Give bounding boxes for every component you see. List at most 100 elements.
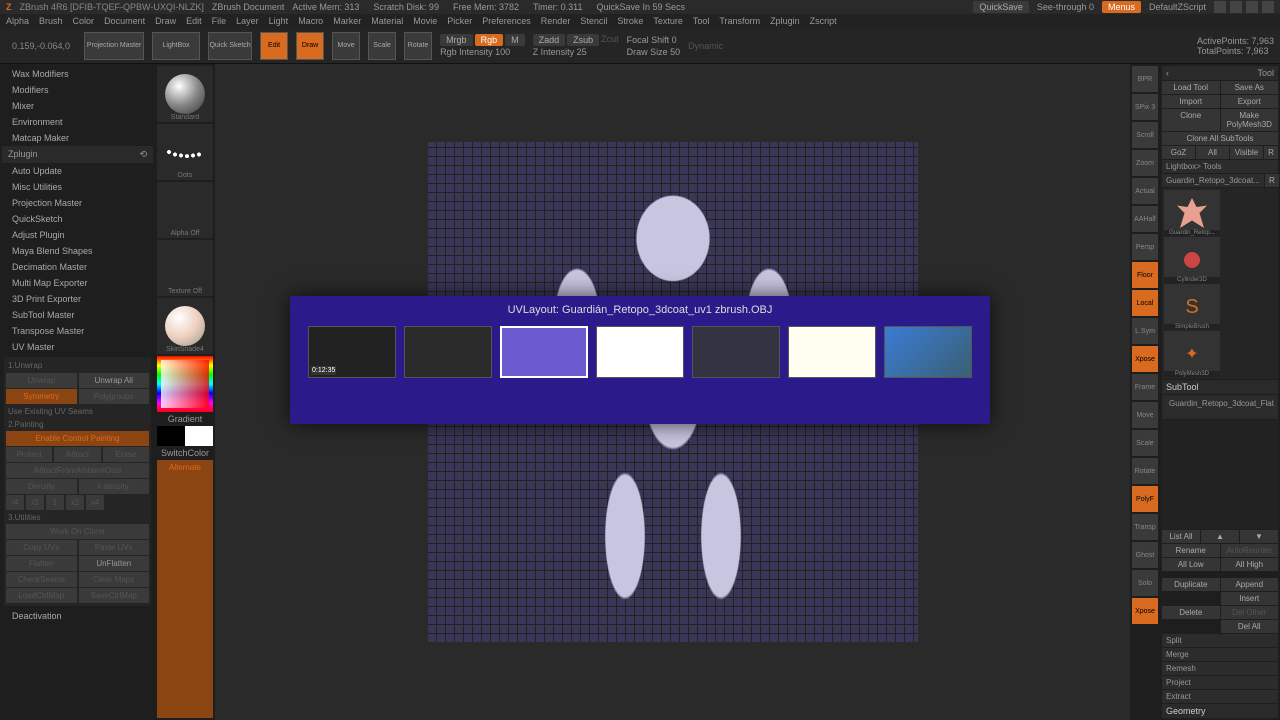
extract-section[interactable]: Extract	[1162, 690, 1278, 703]
rename-button[interactable]: Rename	[1162, 544, 1220, 557]
viewtool-actual[interactable]: Actual	[1132, 178, 1158, 204]
density-button[interactable]: Density	[6, 479, 77, 494]
plugin-quicksketch[interactable]: QuickSketch	[2, 211, 153, 227]
viewtool-scale[interactable]: Scale	[1132, 430, 1158, 456]
alllow-button[interactable]: All Low	[1162, 558, 1220, 571]
viewtool-frame[interactable]: Frame	[1132, 374, 1158, 400]
alt-thumb-1[interactable]: 0:12:35	[308, 326, 396, 378]
alternate-button[interactable]: Alternate	[157, 460, 213, 718]
viewtool-scroll[interactable]: Scroll	[1132, 122, 1158, 148]
menu-marker[interactable]: Marker	[333, 16, 361, 26]
goz-r-button[interactable]: R	[1264, 146, 1278, 159]
plugin-3d-print-exporter[interactable]: 3D Print Exporter	[2, 291, 153, 307]
clearmaps-button[interactable]: Clear Maps	[79, 572, 150, 587]
viewtool-transp[interactable]: Transp	[1132, 514, 1158, 540]
export-button[interactable]: Export	[1221, 95, 1279, 108]
brush-standard[interactable]: Standard	[157, 66, 213, 122]
arrow-up[interactable]: ▲	[1201, 530, 1239, 543]
listall-button[interactable]: List All	[1162, 530, 1200, 543]
menu-zscript[interactable]: Zscript	[810, 16, 837, 26]
split-section[interactable]: Split	[1162, 634, 1278, 647]
zplugin-header[interactable]: Zplugin⟲	[2, 146, 153, 163]
unwrap-button[interactable]: Unwrap	[6, 373, 77, 388]
quicksave-button[interactable]: QuickSave	[973, 1, 1029, 13]
plugin-adjust-plugin[interactable]: Adjust Plugin	[2, 227, 153, 243]
lightbox-button[interactable]: LightBox	[152, 32, 200, 60]
menu-light[interactable]: Light	[269, 16, 289, 26]
menu-texture[interactable]: Texture	[653, 16, 683, 26]
plugin-projection-master[interactable]: Projection Master	[2, 195, 153, 211]
alt-thumb-5[interactable]	[692, 326, 780, 378]
plugin-mixer[interactable]: Mixer	[2, 98, 153, 114]
viewtool-rotate[interactable]: Rotate	[1132, 458, 1158, 484]
arrow-down[interactable]: ▼	[1240, 530, 1278, 543]
viewtool-aahalf[interactable]: AAHalf	[1132, 206, 1158, 232]
menu-file[interactable]: File	[212, 16, 227, 26]
protect-button[interactable]: Protect	[6, 447, 52, 462]
append-button[interactable]: Append	[1221, 578, 1279, 591]
plugin-wax-modifiers[interactable]: Wax Modifiers	[2, 66, 153, 82]
loadmap-button[interactable]: LoadCtrlMap	[6, 588, 77, 603]
plugin-uv-master[interactable]: UV Master	[2, 339, 153, 355]
stroke-dots[interactable]: Dots	[157, 124, 213, 180]
move-button[interactable]: Move	[332, 32, 360, 60]
menu-stroke[interactable]: Stroke	[617, 16, 643, 26]
plugin-auto-update[interactable]: Auto Update	[2, 163, 153, 179]
tool-thumb-cylinder[interactable]: Cylinder3D	[1164, 237, 1220, 283]
menu-layer[interactable]: Layer	[236, 16, 259, 26]
menu-tool[interactable]: Tool	[693, 16, 710, 26]
menu-movie[interactable]: Movie	[413, 16, 437, 26]
menu-draw[interactable]: Draw	[155, 16, 176, 26]
unwrap-all-button[interactable]: Unwrap All	[79, 373, 150, 388]
viewtool-solo[interactable]: Solo	[1132, 570, 1158, 596]
plugin-decimation-master[interactable]: Decimation Master	[2, 259, 153, 275]
viewtool-bpr[interactable]: BPR	[1132, 66, 1158, 92]
projection-master-button[interactable]: Projection Master	[84, 32, 144, 60]
load-tool-button[interactable]: Load Tool	[1162, 81, 1220, 94]
viewtool-lsym[interactable]: L.Sym	[1132, 318, 1158, 344]
alt-tab-switcher[interactable]: UVLayout: Guardián_Retopo_3dcoat_uv1 zbr…	[290, 296, 990, 424]
rgb-intensity-slider[interactable]: Rgb Intensity 100	[440, 47, 525, 57]
filename-field[interactable]: Guardin_Retopo_3dcoat...	[1162, 174, 1264, 187]
unflatten-button[interactable]: UnFlatten	[79, 556, 150, 571]
viewtool-polyf[interactable]: PolyF	[1132, 486, 1158, 512]
focal-shift-slider[interactable]: Focal Shift 0	[627, 35, 681, 45]
lightbox-tools[interactable]: Lightbox> Tools	[1162, 160, 1278, 173]
tool-header[interactable]: ‹Tool	[1162, 66, 1278, 80]
make-polymesh-button[interactable]: Make PolyMesh3D	[1221, 109, 1279, 131]
delother-button[interactable]: Del Other	[1221, 606, 1279, 619]
quicksketch-button[interactable]: Quick Sketch	[208, 32, 252, 60]
delete-button[interactable]: Delete	[1162, 606, 1220, 619]
remesh-section[interactable]: Remesh	[1162, 662, 1278, 675]
menu-edit[interactable]: Edit	[186, 16, 202, 26]
viewtool-zoom[interactable]: Zoom	[1132, 150, 1158, 176]
m-button[interactable]: M	[505, 34, 525, 46]
plugin-subtool-master[interactable]: SubTool Master	[2, 307, 153, 323]
viewtool-ghost[interactable]: Ghost	[1132, 542, 1158, 568]
import-button[interactable]: Import	[1162, 95, 1220, 108]
menu-stencil[interactable]: Stencil	[580, 16, 607, 26]
tool-thumb-polymesh[interactable]: ✦PolyMesh3D	[1164, 331, 1220, 377]
checkseams-button[interactable]: CheckSeams	[6, 572, 77, 587]
flatten-button[interactable]: Flatten	[6, 556, 77, 571]
switchcolor-button[interactable]: SwitchColor	[157, 448, 213, 458]
attract-button[interactable]: Attract	[54, 447, 100, 462]
merge-section[interactable]: Merge	[1162, 648, 1278, 661]
alt-thumb-2[interactable]	[404, 326, 492, 378]
rotate-button[interactable]: Rotate	[404, 32, 432, 60]
plugin-matcap-maker[interactable]: Matcap Maker	[2, 130, 153, 146]
geometry-header[interactable]: Geometry	[1162, 704, 1278, 718]
plugin-environment[interactable]: Environment	[2, 114, 153, 130]
allhigh-button[interactable]: All High	[1221, 558, 1279, 571]
viewtool-xpose[interactable]: Xpose	[1132, 598, 1158, 624]
symmetry-button[interactable]: Symmetry	[6, 389, 77, 404]
menu-zplugin[interactable]: Zplugin	[770, 16, 800, 26]
scale-button[interactable]: Scale	[368, 32, 396, 60]
viewtool-persp[interactable]: Persp	[1132, 234, 1158, 260]
attract-ambient-button[interactable]: AttractFromAmbientOccl	[6, 463, 149, 478]
density-x[interactable]: x density.	[79, 479, 150, 494]
plugin-misc-utilities[interactable]: Misc Utilities	[2, 179, 153, 195]
menu-preferences[interactable]: Preferences	[482, 16, 531, 26]
plugin-modifiers[interactable]: Modifiers	[2, 82, 153, 98]
viewtool-xpose[interactable]: Xpose	[1132, 346, 1158, 372]
